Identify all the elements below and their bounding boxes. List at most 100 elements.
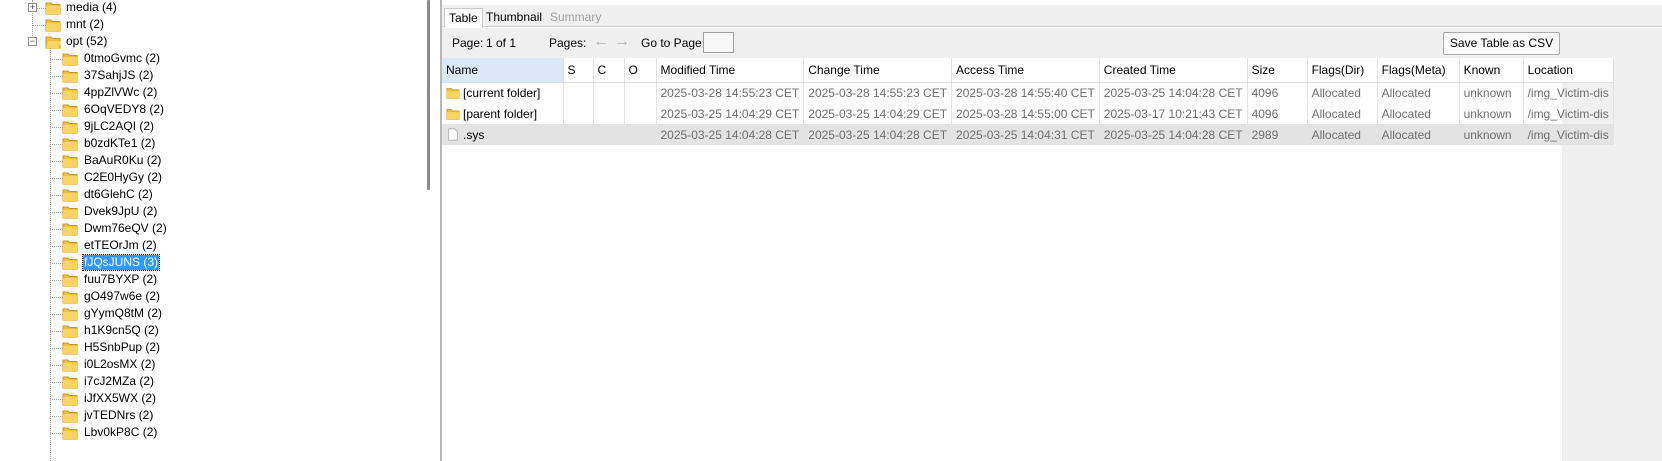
folder-icon — [62, 170, 78, 185]
tree-node-child[interactable]: fJQsJUNS (3) — [81, 254, 161, 271]
table-cell: 2025-03-25 14:04:29 CET — [656, 103, 805, 124]
folder-icon — [446, 107, 460, 120]
goto-page-input[interactable] — [703, 32, 734, 53]
file-icon — [446, 127, 460, 141]
previous-page-icon[interactable]: ← — [593, 33, 609, 51]
table-cell: 2025-03-17 10:21:43 CET — [1099, 103, 1248, 124]
tree-node-child[interactable]: i0L2osMX (2) — [83, 357, 156, 372]
goto-page-label: Go to Page: — [641, 36, 706, 50]
column-header[interactable]: Flags(Meta) — [1377, 58, 1460, 83]
table-cell — [563, 82, 594, 103]
file-table[interactable]: Name S C O Modified Time Change Time Access Ti… — [442, 58, 1614, 145]
column-header[interactable]: Size — [1247, 58, 1308, 83]
tree-node-opt[interactable]: opt (52) — [65, 34, 108, 49]
table-cell: 2025-03-25 14:04:28 CET — [803, 124, 953, 145]
table-row[interactable]: .sys 2025-03-25 14:04:28 CET 2025-03-25 14… — [442, 124, 1614, 145]
table-cell: 2025-03-25 14:04:28 CET — [656, 124, 805, 145]
name-text: .sys — [463, 127, 485, 142]
table-cell: 2989 — [1247, 124, 1308, 145]
directory-tree[interactable]: + media (4) mnt (2) − opt (52) 0tmoGvmc … — [0, 0, 440, 461]
column-header[interactable]: Access Time — [951, 58, 1100, 83]
column-header[interactable]: Change Time — [803, 58, 953, 83]
folder-icon — [62, 323, 78, 338]
folder-icon — [446, 86, 460, 99]
column-header[interactable]: Known — [1459, 58, 1524, 83]
table-cell — [593, 82, 625, 103]
tree-connector — [32, 25, 46, 26]
table-cell: unknown — [1459, 82, 1524, 103]
tree-node-child[interactable]: Dwm76eQV (2) — [83, 221, 168, 236]
folder-icon — [62, 340, 78, 355]
folder-icon — [62, 51, 78, 66]
tree-node-child[interactable]: 0tmoGvmc (2) — [83, 51, 161, 66]
tree-node-child[interactable]: b0zdKTe1 (2) — [83, 136, 156, 151]
table-cell: Allocated — [1307, 124, 1378, 145]
pages-label: Pages: — [549, 36, 587, 50]
column-header[interactable]: Flags(Dir) — [1307, 58, 1378, 83]
table-header-row: Name S C O Modified Time Change Time Access Ti… — [442, 58, 1614, 83]
table-cell: unknown — [1459, 103, 1524, 124]
tree-node-child[interactable]: gO497w6e (2) — [83, 289, 161, 304]
tree-node-child[interactable]: jvTEDNrs (2) — [83, 408, 154, 423]
tree-node-child[interactable]: BaAuR0Ku (2) — [83, 153, 162, 168]
table-row[interactable]: [current folder] 2025-03-28 14:55:23 CET 2… — [442, 82, 1614, 103]
folder-icon — [62, 136, 78, 151]
folder-icon — [62, 187, 78, 202]
tree-node-media[interactable]: media (4) — [65, 0, 118, 15]
table-cell — [593, 124, 625, 145]
name-cell: [current folder] — [442, 82, 564, 103]
tree-node-child[interactable]: etTEOrJm (2) — [83, 238, 158, 253]
tree-node-child[interactable]: h1K9cn5Q (2) — [83, 323, 160, 338]
tree-node-child[interactable]: i7cJ2MZa (2) — [83, 374, 155, 389]
tab-thumbnail[interactable]: Thumbnail — [482, 8, 546, 28]
table-cell — [563, 103, 594, 124]
folder-icon — [45, 19, 61, 32]
folder-icon — [45, 2, 61, 15]
tree-node-child[interactable]: gYymQ8tM (2) — [83, 306, 163, 321]
column-header[interactable]: C — [593, 58, 625, 83]
tree-node-child[interactable]: 9jLC2AQI (2) — [83, 119, 155, 134]
table-cell: 2025-03-28 14:55:00 CET — [951, 103, 1100, 124]
table-cell: Allocated — [1377, 103, 1460, 124]
next-page-icon[interactable]: → — [614, 33, 630, 51]
tree-node-child[interactable]: Dvek9JpU (2) — [83, 204, 158, 219]
results-panel: Table Thumbnail Summary Page: 1 of 1 Pag… — [442, 0, 1662, 461]
expand-icon[interactable]: + — [28, 3, 37, 12]
column-header[interactable]: Location — [1523, 58, 1614, 83]
collapse-icon[interactable]: − — [28, 37, 37, 46]
table-cell: 4096 — [1247, 103, 1308, 124]
tab-table[interactable]: Table — [444, 8, 483, 28]
table-cell: 2025-03-25 14:04:31 CET — [951, 124, 1100, 145]
table-cell: 2025-03-25 14:04:28 CET — [1099, 82, 1248, 103]
tree-node-child[interactable]: dt6GlehC (2) — [83, 187, 154, 202]
column-header[interactable]: O — [624, 58, 657, 83]
folder-icon — [62, 68, 78, 83]
tree-node-child[interactable]: 37SahjJS (2) — [83, 68, 154, 83]
tree-scrollbar-thumb[interactable] — [427, 0, 430, 190]
table-cell — [563, 124, 594, 145]
tree-node-child[interactable]: 6OqVEDY8 (2) — [83, 102, 165, 117]
tree-node-child[interactable]: iJfXX5WX (2) — [83, 391, 157, 406]
column-header[interactable]: Name — [442, 58, 564, 83]
paging-toolbar: Page: 1 of 1 Pages: ← → Go to Page: Save… — [442, 28, 1662, 58]
column-header[interactable]: Created Time — [1099, 58, 1248, 83]
folder-icon — [62, 408, 78, 423]
column-header[interactable]: Modified Time — [656, 58, 805, 83]
table-row[interactable]: [parent folder] 2025-03-25 14:04:29 CET 20… — [442, 103, 1614, 124]
tab-summary: Summary — [550, 10, 602, 24]
name-cell: .sys — [442, 124, 564, 145]
tree-node-mnt[interactable]: mnt (2) — [65, 17, 105, 32]
folder-icon — [62, 119, 78, 134]
tree-node-child[interactable]: fuu7BYXP (2) — [83, 272, 158, 287]
table-cell: 2025-03-28 14:55:40 CET — [951, 82, 1100, 103]
column-header[interactable]: S — [563, 58, 594, 83]
table-cell: 2025-03-28 14:55:23 CET — [656, 82, 805, 103]
tree-node-child[interactable]: H5SnbPup (2) — [83, 340, 161, 355]
table-cell: 2025-03-28 14:55:23 CET — [803, 82, 953, 103]
folder-icon — [62, 255, 78, 270]
save-csv-button[interactable]: Save Table as CSV — [1443, 32, 1560, 55]
tree-node-child[interactable]: Lbv0kP8C (2) — [83, 425, 158, 440]
open-folder-icon — [45, 36, 61, 49]
tree-node-child[interactable]: 4ppZlVWc (2) — [83, 85, 158, 100]
tree-node-child[interactable]: C2E0HyGy (2) — [83, 170, 163, 185]
